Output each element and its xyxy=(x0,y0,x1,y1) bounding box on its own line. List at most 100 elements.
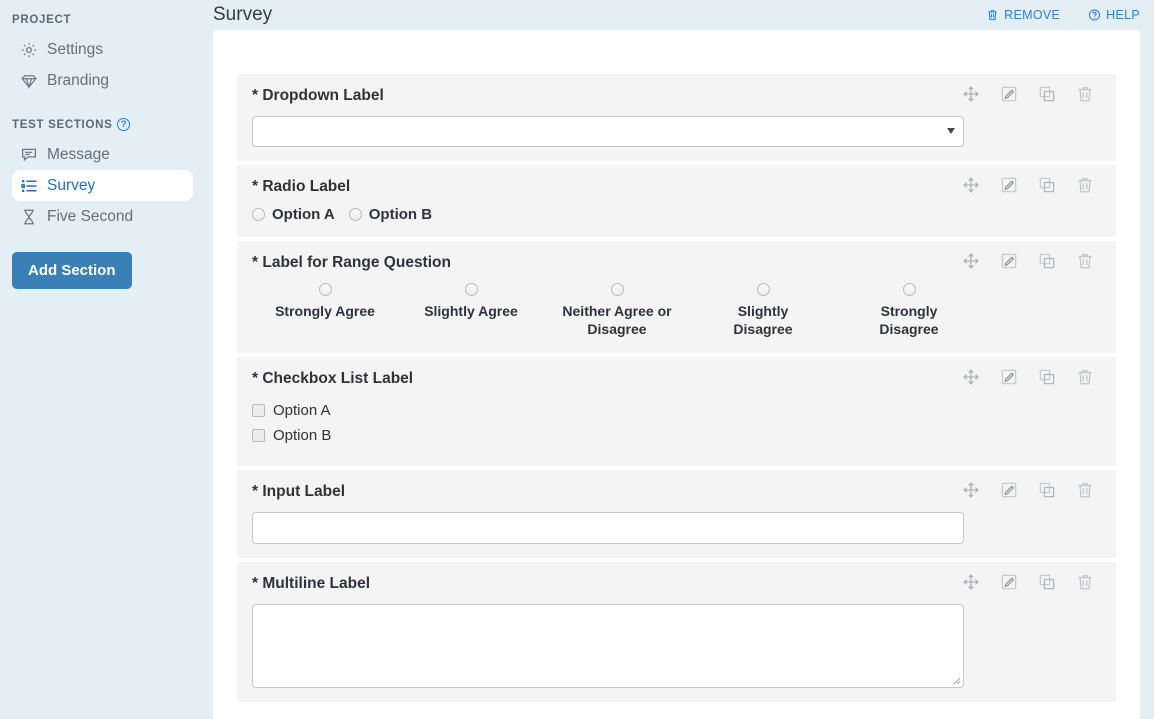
question-actions xyxy=(962,368,1094,386)
edit-icon[interactable] xyxy=(1000,85,1018,103)
text-input[interactable] xyxy=(252,511,964,544)
range-option-label: Neither Agree or Disagree xyxy=(562,302,672,338)
radio-dot-icon xyxy=(318,282,332,296)
sidebar-item-five-second[interactable]: Five Second xyxy=(12,201,193,232)
resize-handle-icon[interactable] xyxy=(951,675,961,685)
sidebar-item-branding-label: Branding xyxy=(47,71,110,89)
delete-icon[interactable] xyxy=(1076,85,1094,103)
diamond-icon xyxy=(20,72,38,90)
delete-icon[interactable] xyxy=(1076,252,1094,270)
move-icon[interactable] xyxy=(962,573,980,591)
question-label-text: Label for Range Question xyxy=(262,254,451,272)
hourglass-icon xyxy=(20,208,38,226)
radio-option[interactable]: Option A xyxy=(252,206,335,223)
duplicate-icon[interactable] xyxy=(1038,85,1056,103)
delete-icon[interactable] xyxy=(1076,176,1094,194)
sidebar-item-survey[interactable]: Survey xyxy=(12,170,193,201)
range-option[interactable]: Strongly Disagree xyxy=(836,282,982,339)
move-icon[interactable] xyxy=(962,176,980,194)
content-topbar: Survey REMOVE HELP xyxy=(205,0,1154,30)
radio-dot-icon xyxy=(252,208,265,222)
dropdown-select[interactable] xyxy=(252,115,964,147)
range-option[interactable]: Slightly Disagree xyxy=(690,282,836,339)
question-actions xyxy=(962,573,1094,591)
range-option[interactable]: Neither Agree or Disagree xyxy=(544,282,690,339)
edit-icon[interactable] xyxy=(1000,481,1018,499)
help-circle-icon xyxy=(1088,8,1101,22)
remove-button[interactable]: REMOVE xyxy=(986,8,1060,22)
question-actions xyxy=(962,85,1094,103)
sidebar-item-branding[interactable]: Branding xyxy=(12,65,193,96)
sidebar-group-project-label: PROJECT xyxy=(12,14,72,26)
range-option[interactable]: Strongly Agree xyxy=(252,282,398,320)
required-marker: * xyxy=(252,369,259,387)
range-option-label: Slightly Disagree xyxy=(733,302,793,338)
question-label-text: Input Label xyxy=(262,483,346,501)
duplicate-icon[interactable] xyxy=(1038,481,1056,499)
question-block-range: * Label for Range Question Strongly Agre… xyxy=(237,241,1116,353)
radio-option-label: Option B xyxy=(368,206,433,224)
question-actions xyxy=(962,252,1094,270)
required-marker: * xyxy=(252,483,259,501)
question-label: * Label for Range Question xyxy=(252,254,976,273)
edit-icon[interactable] xyxy=(1000,573,1018,591)
radio-option[interactable]: Option B xyxy=(348,206,433,224)
trash-icon xyxy=(986,8,999,22)
checkbox-option[interactable]: Option A xyxy=(252,402,976,419)
required-marker: * xyxy=(252,254,259,272)
range-option[interactable]: Slightly Agree xyxy=(398,282,544,320)
required-marker: * xyxy=(252,574,259,592)
question-actions xyxy=(962,176,1094,194)
move-icon[interactable] xyxy=(962,252,980,270)
question-actions xyxy=(962,481,1094,499)
question-label-text: Checkbox List Label xyxy=(262,369,414,387)
delete-icon[interactable] xyxy=(1076,573,1094,591)
radio-dot-icon xyxy=(902,282,916,296)
checkbox-group: Option A Option B xyxy=(252,402,976,444)
delete-icon[interactable] xyxy=(1076,368,1094,386)
help-button[interactable]: HELP xyxy=(1088,8,1140,22)
help-circle-icon[interactable]: ? xyxy=(117,118,131,131)
edit-icon[interactable] xyxy=(1000,176,1018,194)
duplicate-icon[interactable] xyxy=(1038,368,1056,386)
chevron-down-icon xyxy=(947,127,955,134)
page-title: Survey xyxy=(213,4,273,25)
question-block-checkbox: * Checkbox List Label Option A Option B xyxy=(237,356,1116,467)
sidebar-item-message[interactable]: Message xyxy=(12,139,193,170)
sidebar: PROJECT Settings Branding TEST SECTIONS … xyxy=(0,0,205,719)
radio-option-label: Option A xyxy=(272,206,335,224)
question-list: * Dropdown Label * Radio Label Option A … xyxy=(213,30,1140,702)
checkbox-option[interactable]: Option B xyxy=(252,427,976,444)
move-icon[interactable] xyxy=(962,481,980,499)
delete-icon[interactable] xyxy=(1076,481,1094,499)
duplicate-icon[interactable] xyxy=(1038,252,1056,270)
checkbox-option-label: Option A xyxy=(273,402,331,420)
range-option-label: Strongly Agree xyxy=(275,302,375,319)
duplicate-icon[interactable] xyxy=(1038,573,1056,591)
question-block-multiline: * Multiline Label xyxy=(237,561,1116,702)
duplicate-icon[interactable] xyxy=(1038,176,1056,194)
edit-icon[interactable] xyxy=(1000,252,1018,270)
multiline-textarea[interactable] xyxy=(252,603,964,688)
checkbox-icon xyxy=(252,404,265,418)
move-icon[interactable] xyxy=(962,85,980,103)
sidebar-item-settings[interactable]: Settings xyxy=(12,34,193,65)
sidebar-group-project: PROJECT xyxy=(0,14,205,26)
survey-editor-card: * Dropdown Label * Radio Label Option A … xyxy=(213,30,1140,719)
sidebar-group-test-sections-label: TEST SECTIONS xyxy=(12,118,113,131)
range-scale: Strongly Agree Slightly Agree Neither Ag… xyxy=(252,282,982,339)
move-icon[interactable] xyxy=(962,368,980,386)
question-label: * Radio Label xyxy=(252,178,976,197)
required-marker: * xyxy=(252,87,259,104)
dropdown-field-wrap xyxy=(252,115,964,147)
edit-icon[interactable] xyxy=(1000,368,1018,386)
message-icon xyxy=(20,146,38,164)
checkbox-icon xyxy=(252,429,265,443)
topbar-actions: REMOVE HELP xyxy=(986,8,1140,22)
remove-button-label: REMOVE xyxy=(1004,8,1061,22)
add-section-button[interactable]: Add Section xyxy=(12,252,132,289)
question-label: * Checkbox List Label xyxy=(252,370,976,389)
sidebar-item-settings-label: Settings xyxy=(47,40,104,58)
question-label-text: Radio Label xyxy=(262,177,351,195)
radio-group: Option A Option B xyxy=(252,206,976,223)
